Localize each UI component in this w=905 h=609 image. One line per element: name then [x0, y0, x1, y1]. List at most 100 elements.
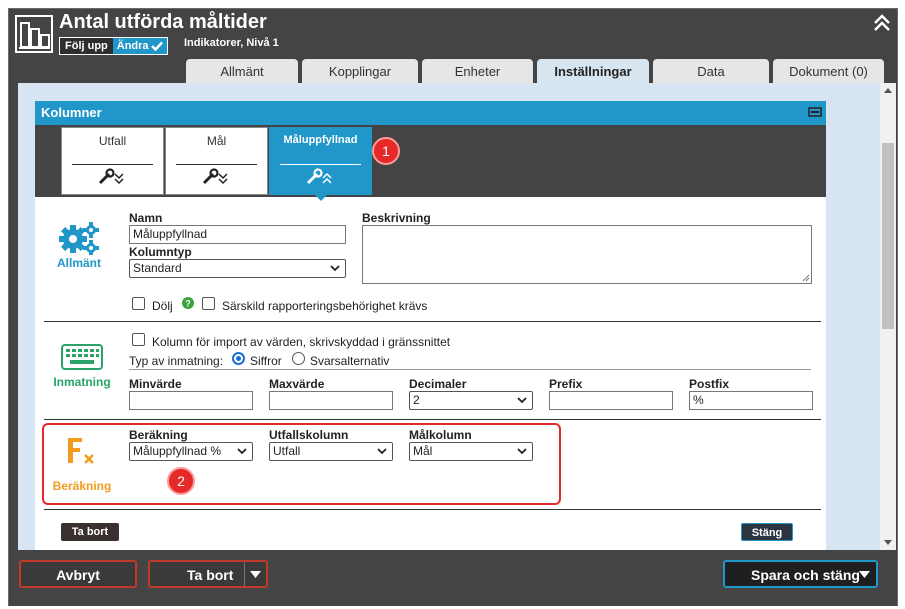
mode-toggle: Följ upp Ändra	[59, 37, 168, 55]
column-type-select[interactable]: Standard	[129, 259, 346, 278]
min-field[interactable]	[129, 391, 253, 410]
answers-radio[interactable]	[292, 352, 305, 365]
tab-units[interactable]: Enheter	[422, 59, 533, 83]
min-label: Minvärde	[129, 377, 182, 391]
calc-label: Beräkning	[129, 428, 188, 442]
gears-icon	[59, 222, 99, 255]
breadcrumb: Indikatorer, Nivå 1	[184, 37, 279, 49]
target-column-select[interactable]: Mål	[409, 442, 533, 461]
input-divider	[129, 369, 811, 370]
prefix-field[interactable]	[549, 391, 673, 410]
special-permission-checkbox[interactable]	[202, 297, 215, 310]
column-tab-divider	[176, 164, 257, 165]
follow-up-button[interactable]: Följ upp	[60, 38, 113, 54]
tab-settings[interactable]: Inställningar	[537, 59, 649, 83]
description-label: Beskrivning	[362, 211, 431, 225]
section-divider	[44, 419, 821, 420]
save-and-close-button[interactable]: Spara och stäng	[723, 560, 878, 588]
columns-panel: Kolumner Utfall Mål Måluppfyllnad 1 Allm…	[35, 101, 826, 550]
column-tab-outcome[interactable]: Utfall	[61, 127, 164, 195]
calc-value: Måluppfyllnad %	[133, 444, 222, 458]
column-tab-target[interactable]: Mål	[165, 127, 268, 195]
footer-bar: Avbryt Ta bort Spara och stäng	[9, 550, 897, 606]
postfix-label: Postfix	[689, 377, 730, 391]
caret-down-icon	[250, 571, 261, 578]
outcome-column-value: Utfall	[273, 444, 301, 458]
checkmark-icon	[150, 41, 163, 51]
chevron-down-icon	[377, 448, 387, 455]
formula-icon	[68, 438, 94, 464]
help-icon[interactable]: ?	[182, 297, 194, 309]
import-column-label: Kolumn för import av värden, skrivskydda…	[152, 335, 451, 349]
special-permission-label: Särskild rapporteringsbehörighet krävs	[222, 299, 428, 313]
tab-bar: Allmänt Kopplingar Enheter Inställningar…	[186, 59, 884, 83]
column-tab-goal-fulfillment[interactable]: Måluppfyllnad	[269, 127, 373, 201]
column-tab-label: Mål	[206, 134, 227, 148]
tab-connections[interactable]: Kopplingar	[302, 59, 418, 83]
outcome-column-label: Utfallskolumn	[269, 428, 349, 442]
section-divider	[44, 509, 821, 510]
column-type-value: Standard	[133, 261, 182, 275]
numbers-label: Siffror	[250, 354, 282, 368]
outcome-column-select[interactable]: Utfall	[269, 442, 393, 461]
wrench-expand-icon[interactable]	[62, 168, 165, 188]
column-tab-divider	[280, 164, 361, 165]
cancel-button[interactable]: Avbryt	[19, 560, 137, 588]
answers-label: Svarsalternativ	[310, 354, 390, 368]
column-tab-divider	[72, 164, 153, 165]
tab-general[interactable]: Allmänt	[186, 59, 298, 83]
svg-text:?: ?	[185, 299, 191, 309]
input-type-label: Typ av inmatning:	[129, 354, 224, 368]
numbers-radio[interactable]	[232, 352, 245, 365]
delete-button[interactable]: Ta bort	[148, 560, 268, 588]
scroll-up-arrow[interactable]	[884, 88, 892, 93]
annotation-marker-1: 1	[372, 137, 400, 165]
scroll-down-arrow[interactable]	[884, 540, 892, 545]
settings-content: Kolumner Utfall Mål Måluppfyllnad 1 Allm…	[18, 83, 896, 550]
keyboard-icon	[61, 344, 103, 370]
wrench-collapse-icon[interactable]	[270, 168, 373, 188]
delete-column-button[interactable]: Ta bort	[61, 523, 119, 541]
panel-title: Kolumner	[41, 105, 102, 120]
decimals-select[interactable]: 2	[409, 391, 533, 410]
resize-grip-icon[interactable]	[802, 274, 810, 282]
delete-button-label: Ta bort	[187, 567, 234, 583]
name-label: Namn	[129, 211, 163, 225]
section-label-input: Inmatning	[53, 375, 111, 389]
page-title: Antal utförda måltider	[59, 11, 267, 33]
column-tab-label: Måluppfyllnad	[283, 134, 358, 146]
tab-data[interactable]: Data	[653, 59, 769, 83]
target-column-label: Målkolumn	[409, 428, 472, 442]
max-field[interactable]	[269, 391, 393, 410]
minimize-icon[interactable]	[808, 107, 822, 117]
column-selector: Utfall Mål Måluppfyllnad 1	[35, 125, 826, 201]
column-type-label: Kolumntyp	[129, 245, 192, 259]
name-field[interactable]: Måluppfyllnad	[129, 225, 346, 244]
import-column-checkbox[interactable]	[132, 333, 145, 346]
change-button[interactable]: Ändra	[112, 38, 167, 54]
description-textarea[interactable]	[362, 225, 812, 284]
chevron-down-icon	[330, 265, 340, 272]
vertical-scrollbar[interactable]	[880, 83, 896, 550]
chevron-down-icon	[517, 397, 527, 404]
hide-label: Dölj	[152, 299, 173, 313]
panel-header: Kolumner	[35, 101, 826, 125]
section-divider	[44, 321, 821, 322]
decimals-value: 2	[413, 393, 420, 407]
prefix-label: Prefix	[549, 377, 583, 391]
wrench-expand-icon[interactable]	[166, 168, 269, 188]
change-label: Ändra	[116, 40, 149, 52]
section-label-calc: Beräkning	[52, 479, 112, 493]
postfix-field[interactable]: %	[689, 391, 813, 410]
scroll-thumb[interactable]	[882, 143, 894, 329]
delete-dropdown-toggle[interactable]	[244, 562, 266, 586]
dialog-window: Antal utförda måltider Följ upp Ändra In…	[8, 8, 898, 606]
annotation-marker-2: 2	[167, 467, 195, 495]
tab-documents[interactable]: Dokument (0)	[773, 59, 884, 83]
close-panel-button[interactable]: Stäng	[741, 523, 793, 541]
save-dropdown-toggle[interactable]	[854, 562, 876, 586]
calc-select[interactable]: Måluppfyllnad %	[129, 442, 253, 461]
save-button-label: Spara och stäng	[751, 567, 860, 583]
chevron-double-up-icon[interactable]	[873, 13, 891, 33]
hide-checkbox[interactable]	[132, 297, 145, 310]
